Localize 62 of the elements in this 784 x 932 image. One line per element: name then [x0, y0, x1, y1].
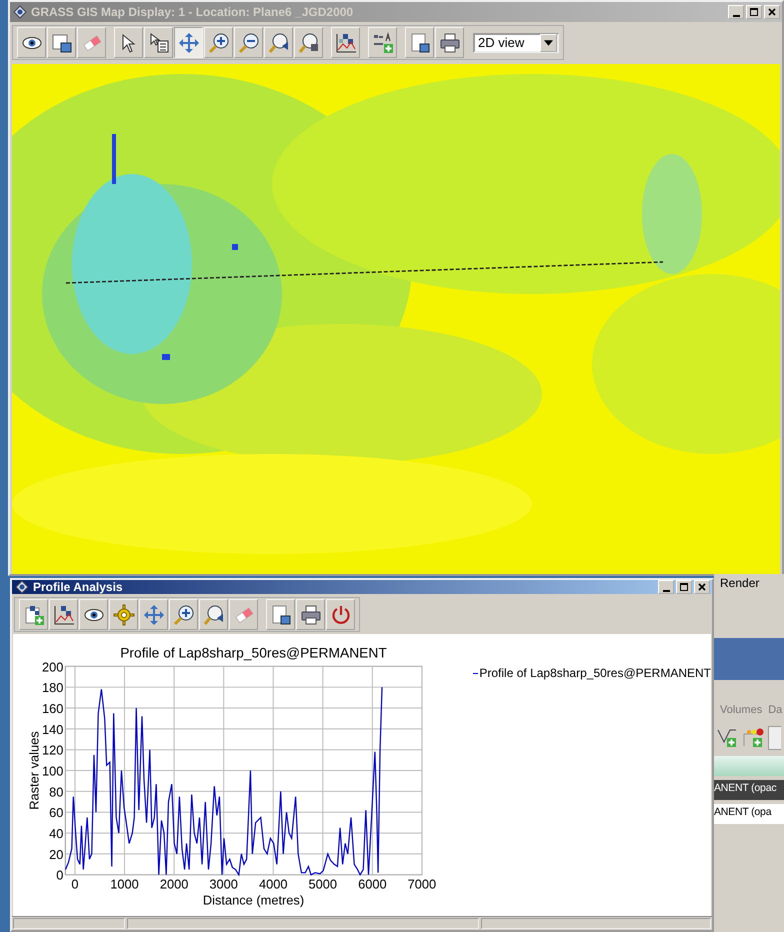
x-tick-label: 1000 [110, 876, 139, 892]
zoom-back-icon [202, 604, 224, 626]
y-tick-label: 100 [42, 764, 64, 778]
x-tick-label: 0 [71, 876, 79, 892]
raster-add-icon [22, 604, 44, 626]
maximize-icon [748, 6, 760, 18]
legend-icon [372, 32, 394, 54]
app-logo-icon [15, 580, 29, 594]
minimize-button[interactable] [658, 580, 674, 594]
gear-icon [112, 604, 134, 626]
close-icon [766, 6, 778, 18]
x-tick-label: 7000 [408, 876, 436, 892]
y-tick-label: 160 [42, 700, 64, 716]
maximize-button[interactable] [676, 580, 692, 594]
y-tick-label: 60 [49, 805, 64, 820]
chart-icon [52, 604, 74, 626]
view-dropdown[interactable]: 2D view [473, 32, 559, 52]
zoom-back-icon [268, 32, 290, 54]
zoom-in-icon [172, 604, 194, 626]
y-tick-label: 40 [49, 826, 64, 842]
zoom-out-icon [238, 32, 260, 54]
y-tick-label: 180 [42, 680, 64, 696]
layer-icon [50, 32, 72, 54]
save-image-icon [408, 32, 430, 54]
y-tick-label: 0 [56, 868, 64, 883]
printer-icon [300, 604, 322, 626]
layer-tree-header [714, 756, 784, 776]
y-axis-label: Raster values [26, 731, 42, 810]
x-tick-label: 2000 [160, 876, 188, 892]
close-icon [696, 581, 708, 593]
pan-icon [142, 604, 164, 626]
app-logo-icon [13, 5, 27, 19]
save-image-icon [270, 604, 292, 626]
chart-icon [334, 32, 356, 54]
y-tick-label: 120 [42, 742, 64, 758]
y-tick-label: 140 [42, 722, 64, 737]
zoom-menu-icon [298, 32, 320, 54]
y-tick-label: 200 [42, 659, 64, 674]
query-pointer-icon [148, 32, 170, 54]
x-tick-label: 4000 [258, 876, 288, 892]
minimize-icon [732, 14, 740, 16]
pan-icon [178, 32, 200, 54]
render-label: Render [720, 576, 760, 590]
power-icon [330, 604, 352, 626]
chart-title: Profile of Lap8sharp_50res@PERMANENT [120, 644, 387, 660]
maximize-icon [678, 581, 690, 593]
layer-item[interactable]: ANENT (opac [714, 780, 784, 800]
x-tick-label: 6000 [358, 876, 387, 892]
x-tick-label: 5000 [308, 876, 338, 892]
window-title: GRASS GIS Map Display: 1 - Location: Plane6 _JGD2000 [31, 5, 354, 19]
layer-item[interactable]: ANENT (opa [714, 804, 784, 824]
close-button[interactable] [694, 580, 710, 594]
y-tick-label: 20 [49, 846, 64, 862]
zoom-in-icon [208, 32, 230, 54]
y-tick-label: 80 [49, 784, 64, 800]
printer-icon [438, 32, 460, 54]
desktop-background [714, 638, 784, 680]
minimize-icon [662, 590, 670, 592]
window-title: Profile Analysis [33, 580, 124, 594]
x-tick-label: 3000 [209, 876, 238, 892]
legend-label: Profile of Lap8sharp_50res@PERMANENT [479, 666, 711, 680]
x-axis-label: Distance (metres) [202, 892, 304, 908]
